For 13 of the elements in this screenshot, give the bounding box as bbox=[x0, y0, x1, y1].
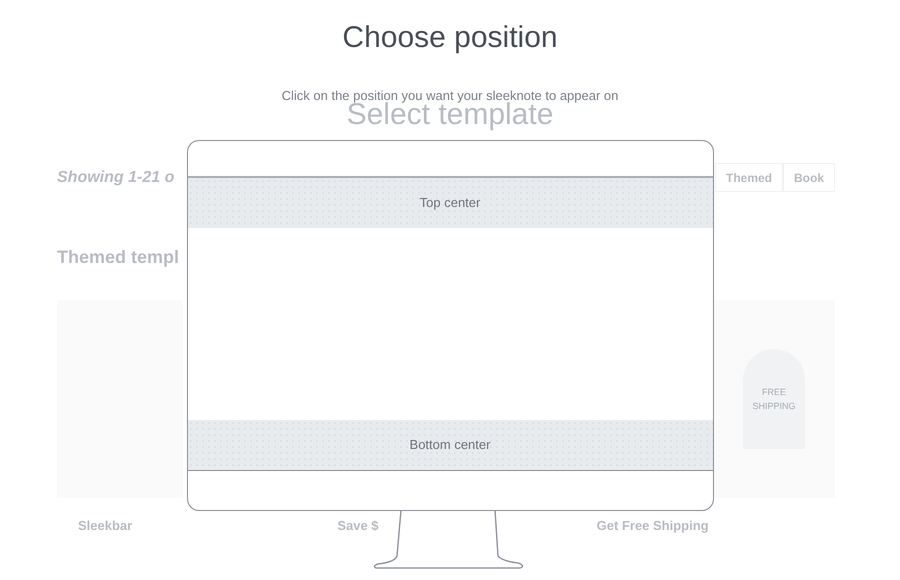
template-title: Sleekbar bbox=[78, 517, 132, 535]
filter-button[interactable]: Book bbox=[783, 163, 835, 192]
position-option[interactable]: Top center bbox=[188, 178, 712, 228]
section-title: Themed templ bbox=[57, 246, 180, 269]
template-title: Get Free Shipping bbox=[596, 517, 709, 535]
template-title: Save $ bbox=[337, 517, 379, 535]
modal-title: Choose position bbox=[342, 20, 558, 56]
modal-subtitle: Click on the position you want your sleeknote to appear on bbox=[282, 88, 618, 103]
filter-button[interactable]: Themed bbox=[714, 163, 783, 192]
results-count: Showing 1-21 o bbox=[57, 168, 174, 188]
template-preview[interactable]: FREE SHIPPING bbox=[713, 300, 835, 498]
position-option[interactable]: Bottom center bbox=[188, 420, 712, 470]
shipping-tag: FREE SHIPPING bbox=[743, 349, 805, 449]
